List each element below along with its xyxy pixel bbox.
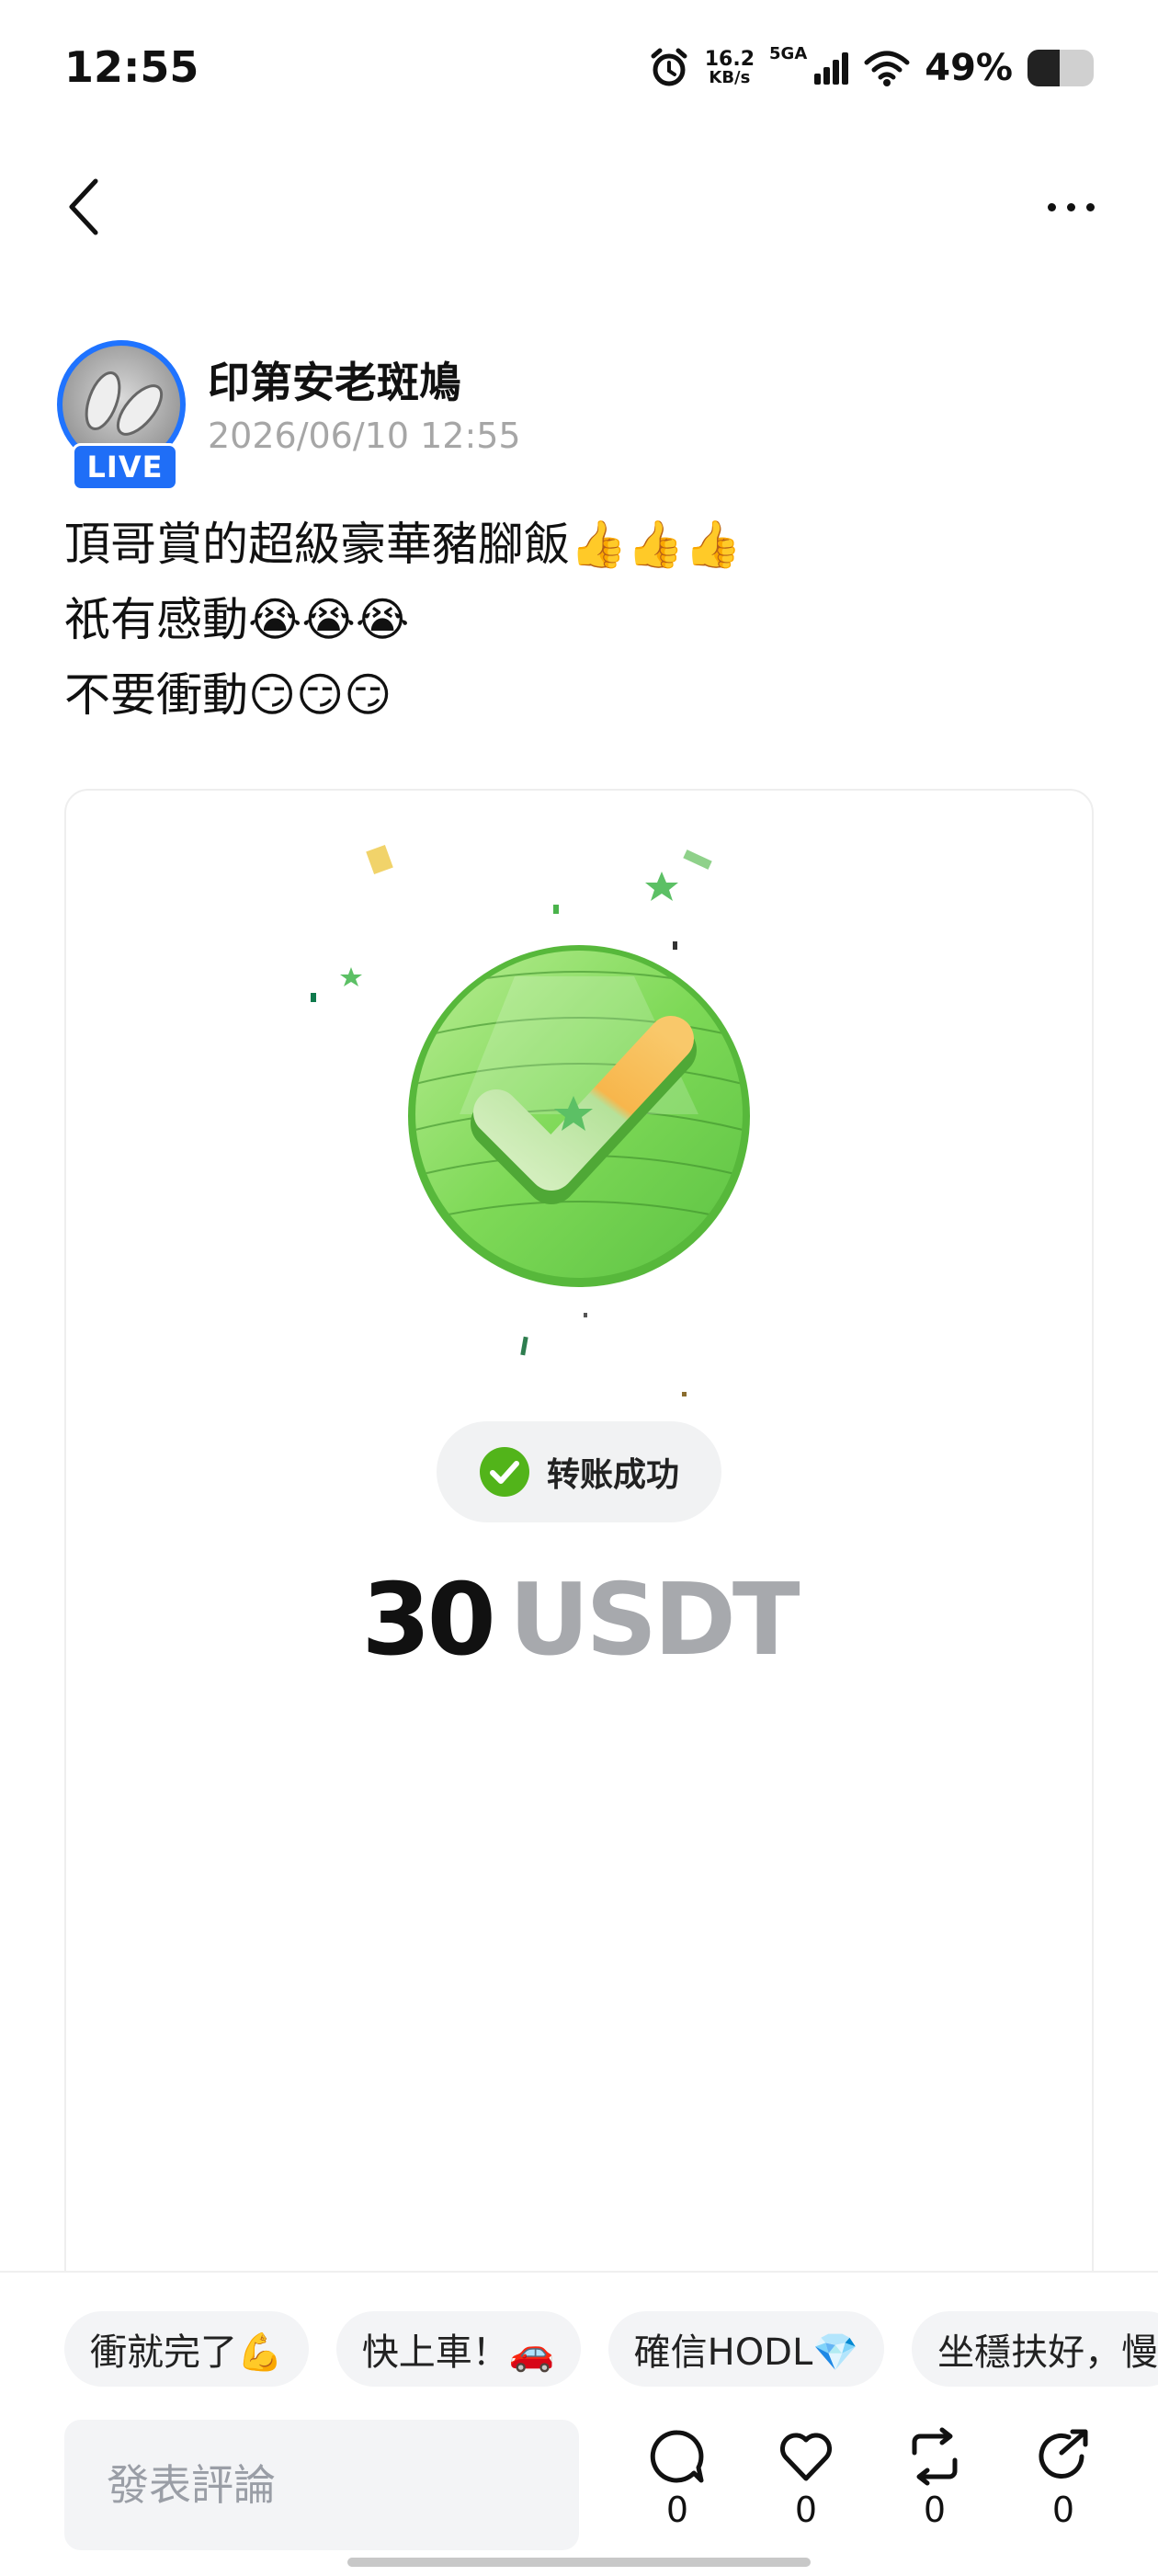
status-time: 12:55 xyxy=(64,42,199,92)
quick-reply-chip[interactable]: 快上車！🚗 xyxy=(335,2311,581,2387)
transfer-status-text: 转账成功 xyxy=(546,1456,679,1494)
check-circle-icon xyxy=(479,1447,529,1497)
share-count: 0 xyxy=(1051,2490,1075,2530)
repost-button[interactable]: 0 xyxy=(884,2427,985,2530)
like-button[interactable]: 0 xyxy=(755,2427,857,2530)
quick-reply-list: 衝就完了💪 快上車！🚗 確信HODL💎 坐穩扶好，慢 xyxy=(64,2311,1158,2387)
battery-percent: 49% xyxy=(925,47,1013,89)
share-button[interactable]: 0 xyxy=(1013,2427,1114,2530)
comment-input[interactable] xyxy=(64,2420,579,2550)
repost-count: 0 xyxy=(923,2490,947,2530)
more-options-button[interactable] xyxy=(1029,179,1112,234)
post-text-line: 祇有感動😭😭😭 xyxy=(64,593,410,646)
quick-reply-chip[interactable]: 坐穩扶好，慢 xyxy=(912,2311,1158,2387)
heart-icon xyxy=(780,2433,832,2481)
home-indicator[interactable] xyxy=(347,2558,811,2567)
amount-unit: USDT xyxy=(508,1563,800,1678)
post-text-line: 不要衝動😏😏😏 xyxy=(64,668,392,722)
net-speed-unit: KB/s xyxy=(709,68,751,87)
net-speed-value: 16.2 xyxy=(704,48,755,71)
more-dots-icon xyxy=(1047,202,1056,211)
post-text-line: 頂哥賞的超級豪華豬腳飯👍👍👍 xyxy=(64,518,742,571)
share-icon xyxy=(1039,2429,1088,2479)
post-timestamp: 2026/06/10 12:55 xyxy=(208,416,521,456)
quick-reply-chip[interactable]: 衝就完了💪 xyxy=(64,2311,309,2387)
comment-button[interactable]: 0 xyxy=(627,2427,728,2530)
more-dot xyxy=(1066,202,1075,211)
repost-icon xyxy=(912,2427,958,2486)
more-dot xyxy=(1085,202,1095,211)
transfer-status-pill: 转账成功 xyxy=(437,1421,721,1522)
status-icons: 16.2 KB/s 5GA 49% xyxy=(648,40,1094,96)
wifi-icon xyxy=(864,51,910,86)
alarm-icon xyxy=(651,48,687,86)
chevron-left-icon xyxy=(69,178,98,235)
like-count: 0 xyxy=(794,2490,818,2530)
net-speed: 16.2 KB/s xyxy=(705,50,755,86)
back-button[interactable] xyxy=(57,175,112,239)
comment-count: 0 xyxy=(665,2490,689,2530)
transfer-amount: 30 USDT xyxy=(0,1563,1158,1678)
comment-icon xyxy=(650,2430,704,2483)
live-badge: LIVE xyxy=(72,443,178,491)
network-type: 5GA xyxy=(769,44,808,63)
battery-icon xyxy=(1027,50,1094,86)
author-name[interactable]: 印第安老斑鳩 xyxy=(208,349,461,410)
quick-reply-chip[interactable]: 確信HODL💎 xyxy=(607,2311,885,2387)
success-coin-icon xyxy=(408,945,750,1287)
signal-icon xyxy=(814,52,849,85)
amount-value: 30 xyxy=(361,1563,495,1678)
